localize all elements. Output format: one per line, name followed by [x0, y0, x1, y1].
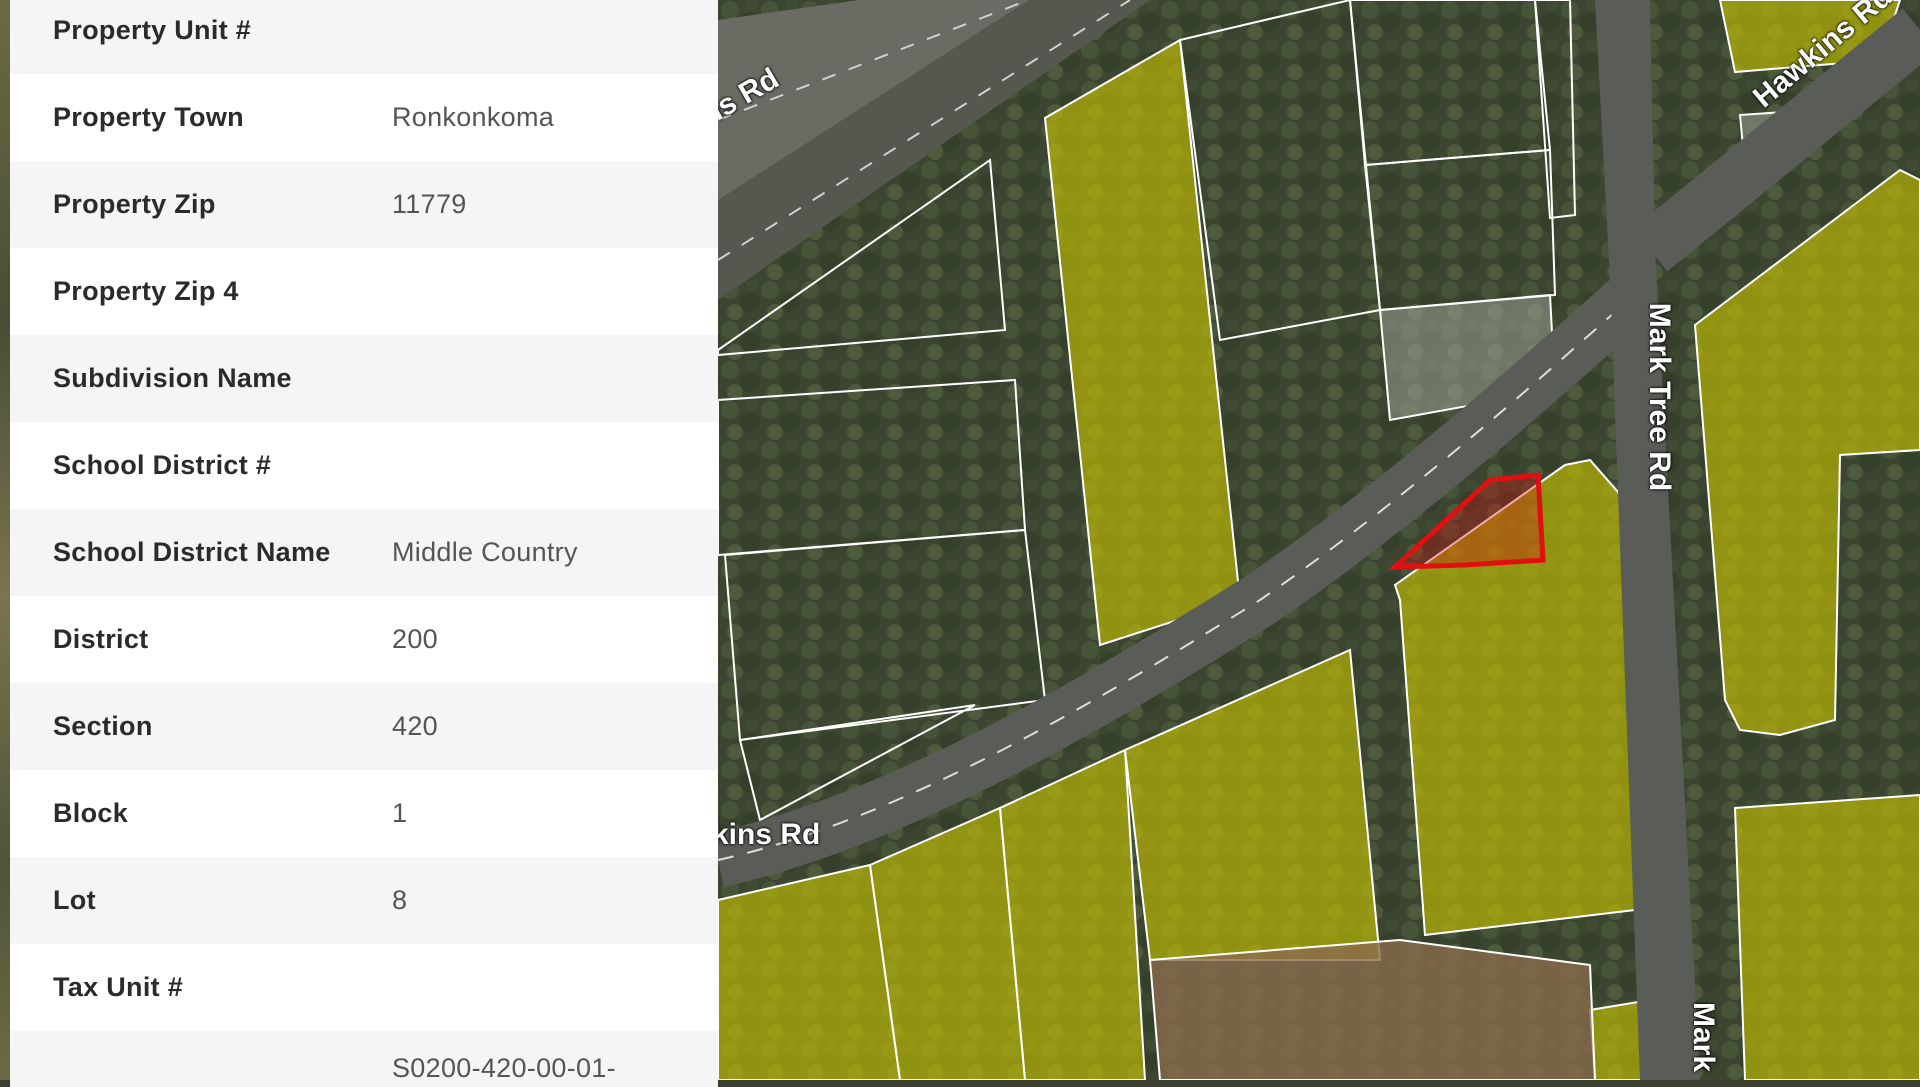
- detail-row-property-unit: Property Unit #: [10, 0, 718, 74]
- detail-value: Middle Country: [392, 537, 578, 567]
- detail-label: Parcel Id: [10, 1053, 392, 1087]
- detail-row-tax-unit: Tax Unit #: [10, 944, 718, 1031]
- map-edge-strip: [0, 0, 10, 1080]
- detail-row-block: Block 1: [10, 770, 718, 857]
- detail-value: 11779: [392, 189, 467, 219]
- road-label-mark-tree-rd: Mark Tree Rd: [1643, 302, 1677, 492]
- detail-label: Section: [53, 711, 153, 741]
- detail-row-subdivision-name: Subdivision Name: [10, 335, 718, 422]
- detail-label: School District Name: [53, 537, 331, 567]
- detail-row-property-town: Property Town Ronkonkoma: [10, 74, 718, 161]
- detail-value: 420: [392, 711, 438, 741]
- road-label-mark-bottom: Mark: [1687, 1001, 1721, 1073]
- detail-value: Ronkonkoma: [392, 102, 555, 132]
- detail-label: School District #: [53, 450, 272, 480]
- detail-label: Property Zip: [53, 189, 216, 219]
- detail-label: Property Unit #: [53, 15, 252, 45]
- detail-label: Tax Unit #: [53, 972, 184, 1002]
- detail-label: Block: [53, 798, 129, 828]
- road-label-kins-rd: kins Rd: [712, 818, 821, 851]
- detail-value: 1: [392, 798, 408, 828]
- detail-value: 200: [392, 624, 438, 654]
- detail-row-district: District 200: [10, 596, 718, 683]
- property-details-panel[interactable]: Property Unit # Property Town Ronkonkoma…: [10, 0, 718, 1087]
- detail-row-section: Section 420: [10, 683, 718, 770]
- detail-row-school-district-number: School District #: [10, 422, 718, 509]
- detail-row-property-zip4: Property Zip 4: [10, 248, 718, 335]
- detail-label: District: [53, 624, 149, 654]
- detail-label: Lot: [53, 885, 96, 915]
- detail-value: 8: [392, 885, 408, 915]
- detail-row-lot: Lot 8: [10, 857, 718, 944]
- detail-row-school-district-name: School District Name Middle Country: [10, 509, 718, 596]
- detail-row-property-zip: Property Zip 11779: [10, 161, 718, 248]
- detail-label: Property Town: [53, 102, 244, 132]
- detail-label: Property Zip 4: [53, 276, 239, 306]
- detail-row-parcel-id: Parcel Id S0200-420-00-01-: [10, 1031, 718, 1087]
- detail-value: S0200-420-00-01-: [392, 1053, 616, 1083]
- detail-label: Subdivision Name: [53, 363, 292, 393]
